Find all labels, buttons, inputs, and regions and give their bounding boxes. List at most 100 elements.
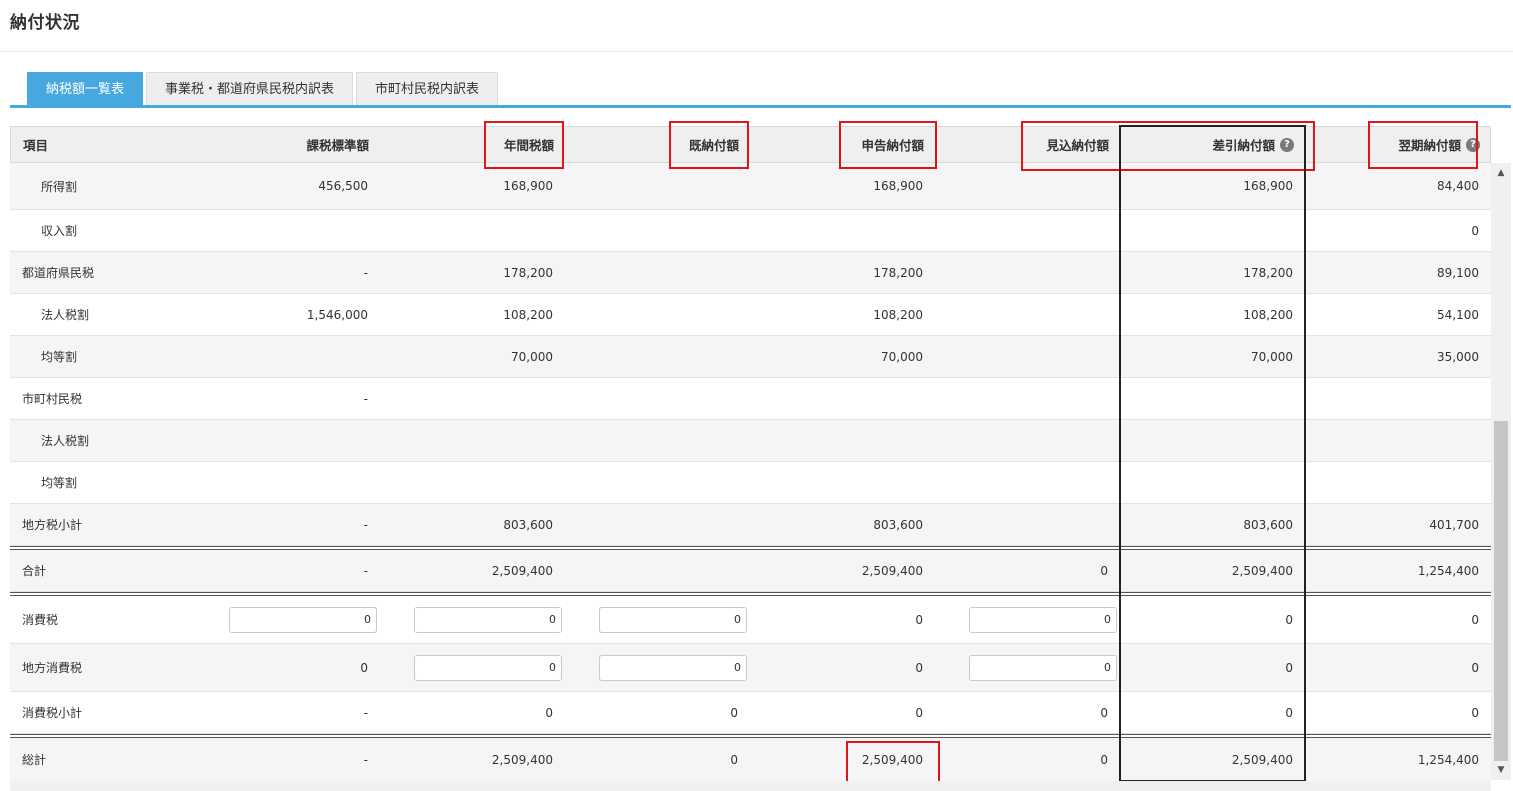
cell-declared: [750, 462, 935, 503]
question-circle-icon[interactable]: ?: [1466, 137, 1480, 152]
cell-annual: [380, 420, 565, 461]
question-circle-icon[interactable]: ?: [1280, 137, 1294, 152]
table-row: 地方税小計 - 803,600 803,600 803,600 401,700: [10, 504, 1491, 546]
cell-base: 456,500: [318, 179, 368, 193]
tab-business-prefectural-breakdown[interactable]: 事業税・都道府県民税内訳表: [146, 72, 354, 106]
row-label: 市町村民税: [22, 392, 83, 406]
section-divider: [10, 546, 1491, 550]
consumption-tax-annual-input[interactable]: [414, 606, 562, 633]
cell-paid: 0: [730, 752, 738, 767]
cell-paid: [565, 550, 750, 591]
col-header-next: 翌期納付額 ?: [1306, 127, 1492, 162]
row-label: 所得割: [41, 179, 78, 194]
cell-diff: [1120, 420, 1305, 461]
row-label: 均等割: [41, 350, 78, 364]
cell-next: 0: [1471, 660, 1479, 675]
vertical-scrollbar[interactable]: ▲ ▼: [1491, 163, 1511, 780]
scrollbar-thumb[interactable]: [1494, 421, 1508, 761]
cell-estimated: [935, 504, 1120, 545]
consumption-tax-estimated-input[interactable]: [969, 606, 1117, 633]
cell-annual: 108,200: [503, 307, 553, 322]
local-consumption-tax-paid-input[interactable]: [599, 654, 747, 681]
table-row-total: 合計 - 2,509,400 2,509,400 0 2,509,400 1,2…: [10, 550, 1491, 592]
table-row: 消費税 0 0 0: [10, 596, 1491, 644]
col-header-diff-label: 差引納付額: [1212, 138, 1275, 153]
cell-declared: 0: [915, 612, 923, 627]
table-row: 法人税割 1,546,000 108,200 108,200 108,200 5…: [10, 294, 1491, 336]
cell-declared: [750, 210, 935, 251]
triangle-up-icon[interactable]: ▲: [1491, 165, 1511, 181]
row-label: 法人税割: [41, 308, 90, 322]
row-label: 消費税小計: [22, 706, 83, 720]
tab-tax-summary[interactable]: 納税額一覧表: [27, 72, 144, 106]
table-row: 所得割 456,500 168,900 168,900 168,900 84,4…: [10, 163, 1491, 210]
cell-annual: [380, 378, 565, 419]
cell-diff: 2,509,400: [1231, 563, 1293, 578]
local-consumption-tax-annual-input[interactable]: [414, 654, 562, 681]
cell-base: [220, 420, 380, 461]
cell-next: [1305, 462, 1491, 503]
table-row: 市町村民税 -: [10, 378, 1491, 420]
cell-next: 0: [1471, 223, 1479, 238]
consumption-tax-paid-input[interactable]: [599, 606, 747, 633]
col-header-annual: 年間税額: [503, 138, 554, 153]
cell-base: -: [363, 752, 368, 767]
cell-declared: 2,509,400: [861, 563, 923, 578]
table-header: 項目 課税標準額 年間税額 既納付額 申告納付額 見込納付額 差引納付額 ? 翌…: [10, 126, 1491, 163]
cell-diff: 178,200: [1243, 265, 1293, 280]
triangle-down-icon[interactable]: ▼: [1491, 762, 1511, 778]
cell-base: 0: [360, 660, 368, 675]
cell-next: 401,700: [1429, 517, 1479, 532]
cell-diff: 0: [1285, 660, 1293, 675]
cell-paid: [565, 644, 750, 691]
cell-diff: 0: [1285, 612, 1293, 627]
cell-next: 84,400: [1437, 179, 1479, 193]
col-header-diff: 差引納付額 ?: [1121, 127, 1306, 162]
cell-estimated: [935, 294, 1120, 335]
cell-estimated: [935, 336, 1120, 377]
cell-declared: [750, 378, 935, 419]
cell-base: [210, 596, 380, 643]
cell-next: [1305, 378, 1491, 419]
cell-diff: 2,509,400: [1231, 752, 1293, 767]
local-consumption-tax-estimated-input[interactable]: [969, 654, 1117, 681]
cell-diff: [1120, 462, 1305, 503]
col-header-item: 項目: [23, 138, 49, 153]
cell-base: -: [363, 517, 368, 532]
horizontal-scrollbar[interactable]: [10, 781, 1491, 791]
cell-next: 0: [1471, 705, 1479, 720]
cell-declared: 2,509,400: [861, 752, 923, 767]
row-label: 地方消費税: [22, 661, 83, 675]
cell-estimated: 0: [1100, 705, 1108, 720]
cell-estimated: [935, 378, 1120, 419]
table-row: 都道府県民税 - 178,200 178,200 178,200 89,100: [10, 252, 1491, 294]
cell-estimated: [935, 252, 1120, 293]
cell-next: 35,000: [1437, 349, 1479, 364]
cell-paid: [565, 378, 750, 419]
cell-declared: 0: [915, 660, 923, 675]
cell-annual: 168,900: [503, 179, 553, 193]
cell-annual: 0: [545, 705, 553, 720]
tab-municipal-breakdown[interactable]: 市町村民税内訳表: [356, 72, 499, 106]
cell-next: 1,254,400: [1417, 563, 1479, 578]
title-divider: [0, 51, 1513, 52]
cell-estimated: [935, 644, 1120, 691]
consumption-tax-base-input[interactable]: [229, 606, 377, 633]
cell-estimated: [935, 163, 1120, 209]
tab-underline: [10, 105, 1511, 108]
col-header-base: 課税標準額: [306, 138, 369, 153]
cell-annual: 2,509,400: [491, 752, 553, 767]
row-label: 消費税: [22, 613, 59, 627]
cell-diff: [1120, 378, 1305, 419]
tab-bar: 納税額一覧表 事業税・都道府県民税内訳表 市町村民税内訳表: [27, 72, 501, 106]
cell-base: -: [363, 705, 368, 720]
cell-annual: [380, 644, 565, 691]
cell-paid: [565, 294, 750, 335]
cell-diff: 70,000: [1251, 349, 1293, 364]
cell-next: 1,254,400: [1417, 752, 1479, 767]
cell-annual: 2,509,400: [491, 563, 553, 578]
cell-paid: [565, 420, 750, 461]
cell-paid: [565, 210, 750, 251]
col-header-next-label: 翌期納付額: [1398, 138, 1461, 153]
section-divider: [10, 734, 1491, 738]
